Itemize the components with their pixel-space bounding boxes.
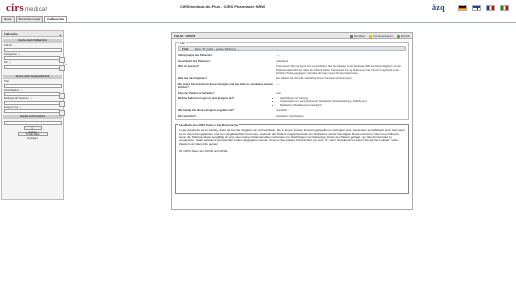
- detail-question: Ältersgruppe des Patienten:: [178, 54, 213, 58]
- case-title-row: Titel: Eine "0" mehr - große Wirkung: [178, 46, 406, 51]
- detail-row: Wo sehen Sie Gründe für dieses Ereignis …: [178, 82, 406, 91]
- factor-item: Medikation (Medikamente beteiligt?): [280, 104, 406, 107]
- feedback-signature: Ihr CIRS-Team der AKNR und AKWL: [179, 149, 229, 154]
- go-icon[interactable]: >: [63, 102, 65, 105]
- search-sidebar: Fallsuche ◂ Suche nach Fallbericht Fall-…: [1, 30, 65, 200]
- back-label: Zurück: [400, 34, 410, 38]
- fall-nr-input[interactable]: [4, 47, 62, 52]
- klassifikation-select[interactable]: >: [4, 92, 65, 99]
- case-title-label: Titel:: [182, 47, 190, 51]
- detail-answer: nein: [276, 91, 281, 95]
- detail-question: Welche Faktoren trugen zu dem Ereignis b…: [178, 97, 235, 101]
- app-title: CIRSmedical.de-Plus - CIRS Pharmacie NRW: [180, 4, 266, 9]
- go-icon[interactable]: >: [63, 93, 65, 96]
- feedback-legend: Feedback des CIRS-Teams / Fachkommentar: [178, 123, 240, 128]
- header-divider: [0, 22, 516, 23]
- app-header: cirsmedical CIRSmedical.de-Plus - CIRS P…: [0, 0, 516, 14]
- detail-row: Wer berichtet? Apotheker / Apothekerin: [178, 114, 406, 120]
- cirs-medical-logo[interactable]: cirsmedical: [6, 2, 47, 14]
- detail-row: Was ist passiert? Tranexamol 100 mg durch…: [178, 64, 406, 76]
- sidebar-title-label: Fallsuche: [4, 32, 18, 36]
- section-by-number: Suche nach Fallbericht: [3, 39, 62, 43]
- detail-question: Wie häufig tritt dieses Ereignis ungefäh…: [178, 109, 234, 113]
- detail-answer: ----: [276, 54, 280, 58]
- case-fieldset: Fall Titel: Eine "0" mehr - große Wirkun…: [175, 41, 409, 121]
- go-icon[interactable]: >: [63, 57, 65, 60]
- case-details: Ältersgruppe des Patienten: ---- Geschlech…: [176, 53, 408, 119]
- flag-english-icon[interactable]: [472, 5, 481, 11]
- detail-question: Was war das Ergebnis?: [178, 77, 208, 81]
- wo-select[interactable]: >: [4, 64, 65, 71]
- flag-german-icon[interactable]: [458, 5, 467, 11]
- flag-italian-icon[interactable]: [500, 5, 509, 11]
- logo-text: cirs: [6, 2, 24, 14]
- detail-row: Welche Faktoren trugen zu dem Ereignis b…: [178, 96, 406, 108]
- collapse-icon[interactable]: ◂: [59, 32, 61, 38]
- case-actions: Drucken Kommentieren Zurück: [350, 33, 410, 39]
- detail-answer: unbekannt: [276, 59, 289, 63]
- back-icon: [396, 34, 400, 38]
- case-header: Fall-Nr: 135676 Drucken Kommentieren Zur…: [172, 33, 412, 39]
- sidebar-toggle-icon[interactable]: ◂: [65, 62, 67, 66]
- detail-question: Wo sehen Sie Gründe für dieses Ereignis …: [178, 82, 274, 90]
- comment-label: Kommentieren: [373, 34, 393, 38]
- factor-list: Ausbildung und TrainingOrganisation (zu …: [276, 97, 406, 107]
- print-button[interactable]: Drucken: [350, 33, 365, 39]
- section-text: Suche nach Freitext: [3, 115, 62, 119]
- comment-icon: [369, 34, 373, 38]
- feedback-text: In der Apotheke ist es wichtig, dass wir…: [179, 128, 405, 146]
- logo-sub: medical: [24, 7, 47, 13]
- detail-question: Geschlecht des Patienten:: [178, 59, 211, 63]
- case-title-value: Eine "0" mehr - große Wirkung: [195, 47, 236, 51]
- detail-answer: Apotheker / Apothekerin: [276, 114, 304, 118]
- detail-question: Was ist passiert?: [178, 65, 200, 69]
- fachgebiet-select[interactable]: >: [4, 56, 65, 63]
- section-analysis-spacer: [2, 70, 63, 74]
- detail-answer: Ausbildung und TrainingOrganisation (zu …: [276, 97, 406, 107]
- case-legend: Fall: [179, 41, 186, 45]
- detail-question: Wer berichtet?: [178, 114, 197, 118]
- show-all-button[interactable]: ☰ Alle Fälle anzeigen: [17, 131, 48, 140]
- azq-logo[interactable]: äzq: [432, 3, 445, 12]
- section-analysis: Suche nach Analysebericht: [3, 75, 62, 79]
- show-all-button-label: Alle Fälle anzeigen: [27, 132, 40, 140]
- sidebar-title: Fallsuche ◂: [2, 31, 63, 37]
- freitext-input[interactable]: [4, 120, 62, 125]
- comment-button[interactable]: Kommentieren: [369, 33, 393, 39]
- detail-answer: ----: [276, 82, 280, 86]
- titel-input[interactable]: [4, 83, 62, 88]
- print-label: Drucken: [354, 34, 366, 38]
- back-button[interactable]: Zurück: [396, 33, 410, 39]
- ereignis-typ-select[interactable]: >: [4, 109, 65, 116]
- printer-icon: [350, 34, 354, 38]
- search-button[interactable]: 🔍 Suchen: [23, 126, 42, 134]
- bedingende-faktoren-select[interactable]: >: [4, 100, 65, 107]
- flag-french-icon[interactable]: [486, 5, 495, 11]
- case-report-panel: Fall-Nr: 135676 Drucken Kommentieren Zur…: [171, 32, 413, 210]
- feedback-fieldset: Feedback des CIRS-Teams / Fachkommentar …: [175, 123, 409, 195]
- detail-answer: monatlich: [276, 109, 288, 113]
- detail-question: Kam der Patient zu Schaden?: [178, 91, 215, 95]
- case-number: Fall-Nr: 135676: [174, 34, 196, 38]
- go-icon[interactable]: >: [63, 110, 65, 113]
- detail-answer: Der Patient hat nicht die zehnfache Dosi…: [276, 77, 353, 81]
- detail-answer: Tranexamol 100 mg durch Arzt verschriebe…: [276, 65, 402, 75]
